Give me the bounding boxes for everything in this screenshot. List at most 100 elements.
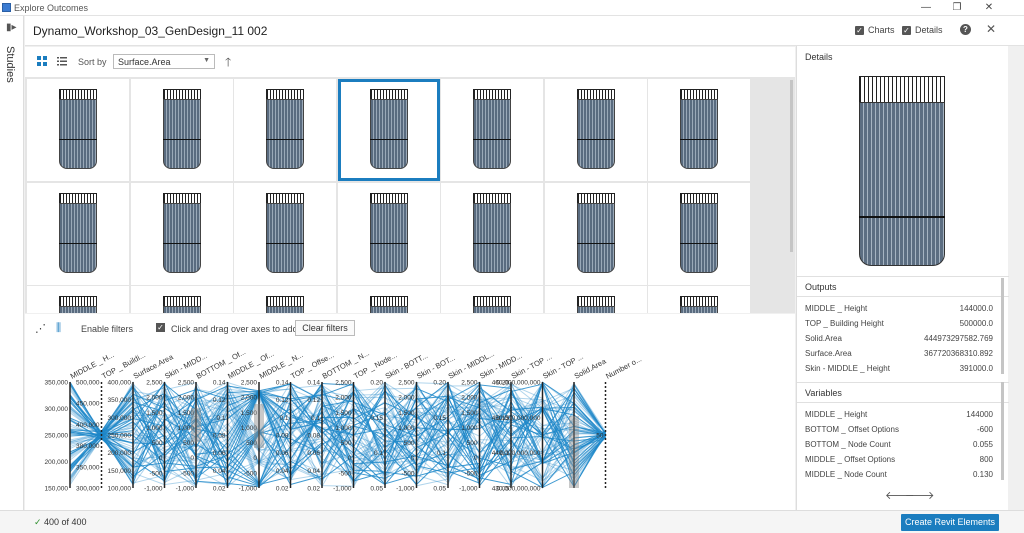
outcome-thumbnail[interactable] — [130, 79, 233, 181]
axis-tick-label: 0.06 — [213, 450, 226, 457]
outcome-thumbnail[interactable] — [337, 286, 440, 313]
clear-filters-button[interactable]: Clear filters — [295, 320, 355, 336]
outcome-thumbnail[interactable] — [544, 182, 647, 285]
axis-tick-label: 350,000 — [76, 464, 100, 471]
variables-scrollbar[interactable] — [1001, 382, 1004, 480]
axis-tick-label: 0.14 — [213, 380, 226, 387]
axis-tick-label: 0.20 — [433, 380, 446, 387]
minimize-button[interactable]: — — [912, 0, 940, 16]
outcome-thumbnail[interactable] — [544, 79, 647, 181]
detail-key: MIDDLE _ Node Count — [805, 470, 887, 479]
next-outcome-icon[interactable]: 🡒 — [905, 488, 935, 502]
detail-row: Skin - MIDDLE _ Height 391000.0 — [805, 364, 993, 376]
scatter-chart-icon[interactable]: ⋰ — [35, 322, 46, 335]
axis-tick-label: 0.08 — [276, 433, 289, 440]
restore-button[interactable]: ❐ — [943, 0, 971, 16]
building-thumbnail-image — [576, 296, 615, 313]
detail-value: 144000 — [966, 410, 993, 419]
detail-row: MIDDLE _ Height 144000 — [805, 410, 993, 422]
axis-tick-label: 0.08 — [307, 433, 320, 440]
axis-tick-label: 500 — [341, 440, 352, 447]
axis-tick-label: 100,000 — [108, 486, 132, 493]
building-thumbnail-image — [162, 296, 201, 313]
building-thumbnail-image — [369, 296, 408, 313]
detail-row: MIDDLE _ Offset Options 800 — [805, 455, 993, 467]
outcome-thumbnail[interactable] — [441, 79, 543, 181]
axis-tick-label: 400,000 — [76, 422, 100, 429]
axis-tick-label: -1,000 — [176, 486, 195, 493]
axis-tick-label: 1,500 — [146, 410, 163, 417]
axis-tick-label: 0.15 — [370, 415, 383, 422]
outcome-thumbnail[interactable] — [130, 286, 233, 313]
building-thumbnail-image — [266, 89, 304, 171]
axis-tick-label: -1,000 — [333, 486, 352, 493]
axis-tick-label: 2,500 — [241, 380, 258, 387]
axis-tick-label: 0 — [253, 455, 257, 462]
building-thumbnail-image — [576, 192, 615, 275]
building-thumbnail-image — [266, 192, 304, 275]
outcome-thumbnail[interactable] — [27, 182, 129, 285]
detail-value: 500000.0 — [959, 319, 993, 328]
outcome-thumbnail[interactable] — [234, 182, 336, 285]
outcome-thumbnail[interactable] — [648, 182, 750, 285]
header: Dynamo_Workshop_03_GenDesign_11 002 ✓ Ch… — [25, 16, 1024, 46]
axis-tick-label: 0.12 — [307, 397, 320, 404]
detail-key: Skin - MIDDLE _ Height — [805, 364, 890, 373]
axis-tick-label: 0.20 — [370, 380, 383, 387]
outcome-thumbnail[interactable] — [27, 286, 129, 313]
app-icon — [2, 3, 11, 12]
axis-tick-label: -1,000 — [396, 486, 415, 493]
outcome-thumbnail[interactable] — [441, 286, 543, 313]
axis-tick-label: 0.06 — [276, 450, 289, 457]
detail-value: 367720368310.892 — [924, 349, 993, 358]
panel-collapse-icon[interactable]: ▮▸ — [6, 22, 17, 33]
parallel-coordinates-chart[interactable]: MIDDLE _ H... 350,000 300,000 250,000 200,00… — [25, 342, 795, 510]
outputs-scrollbar[interactable] — [1001, 278, 1004, 374]
outcome-count: 400 of 400 — [44, 517, 87, 527]
axis-tick-label: 2,000 — [241, 395, 258, 402]
outcome-thumbnail[interactable] — [337, 182, 440, 285]
outcome-thumbnail[interactable] — [27, 79, 129, 181]
outcome-thumbnail[interactable] — [130, 182, 233, 285]
outcome-thumbnail[interactable] — [648, 79, 750, 181]
parallel-coordinates-svg[interactable]: MIDDLE _ H...350,000300,000250,000200,00… — [25, 342, 795, 510]
list-view-icon[interactable] — [57, 56, 67, 66]
create-revit-elements-button[interactable]: Create Revit Elements — [901, 514, 999, 531]
axis-tick-label: -500 — [244, 470, 257, 477]
axis-tick-label: 0.12 — [276, 397, 289, 404]
axis-tick-label: -500 — [338, 470, 351, 477]
outcome-thumbnail[interactable] — [544, 286, 647, 313]
studies-tab[interactable]: Studies — [4, 46, 16, 83]
help-icon[interactable]: ? — [960, 24, 971, 35]
axis-tick-label: 380,000 — [76, 443, 100, 450]
close-panel-icon[interactable]: ✕ — [986, 22, 996, 36]
axis-filter-brush[interactable] — [569, 416, 579, 488]
building-thumbnail-image — [162, 89, 201, 171]
enable-filters-label: Enable filters — [81, 324, 134, 334]
window-close-button[interactable]: ✕ — [975, 0, 1003, 16]
sort-by-select[interactable]: Surface.Area ▼ — [113, 54, 215, 69]
window-titlebar: Explore Outcomes — ❐ ✕ — [0, 0, 1024, 16]
details-checkbox[interactable]: ✓ — [902, 26, 911, 35]
outcome-thumbnail[interactable] — [337, 79, 440, 181]
outcome-thumbnail[interactable] — [648, 286, 750, 313]
building-thumbnail-image — [680, 89, 718, 171]
grid-view-icon[interactable] — [37, 56, 47, 66]
grid-scrollbar[interactable] — [790, 80, 793, 252]
outcome-thumbnail[interactable] — [441, 182, 543, 285]
variables-title: Variables — [805, 388, 842, 398]
detail-row: TOP _ Building Height 500000.0 — [805, 319, 993, 331]
outcome-thumbnail[interactable] — [234, 79, 336, 181]
axis-filter-brush[interactable] — [254, 404, 264, 448]
parallel-coordinates-icon[interactable]: ⫼ — [56, 322, 61, 335]
status-bar: ✓ 400 of 400 Create Revit Elements — [0, 510, 1024, 533]
axis-filter-brush[interactable] — [191, 408, 201, 442]
chevron-down-icon: ▼ — [203, 57, 210, 64]
axis-tick-label: 0.04 — [213, 468, 226, 475]
check-icon: ✓ — [34, 517, 42, 527]
outcome-thumbnail[interactable] — [234, 286, 336, 313]
detail-row: Solid.Area 444973297582.769 — [805, 334, 993, 346]
arrow-up-icon[interactable]: 🡑 — [225, 53, 231, 74]
enable-filters-checkbox[interactable]: ✓ — [156, 323, 165, 332]
charts-checkbox[interactable]: ✓ — [855, 26, 864, 35]
